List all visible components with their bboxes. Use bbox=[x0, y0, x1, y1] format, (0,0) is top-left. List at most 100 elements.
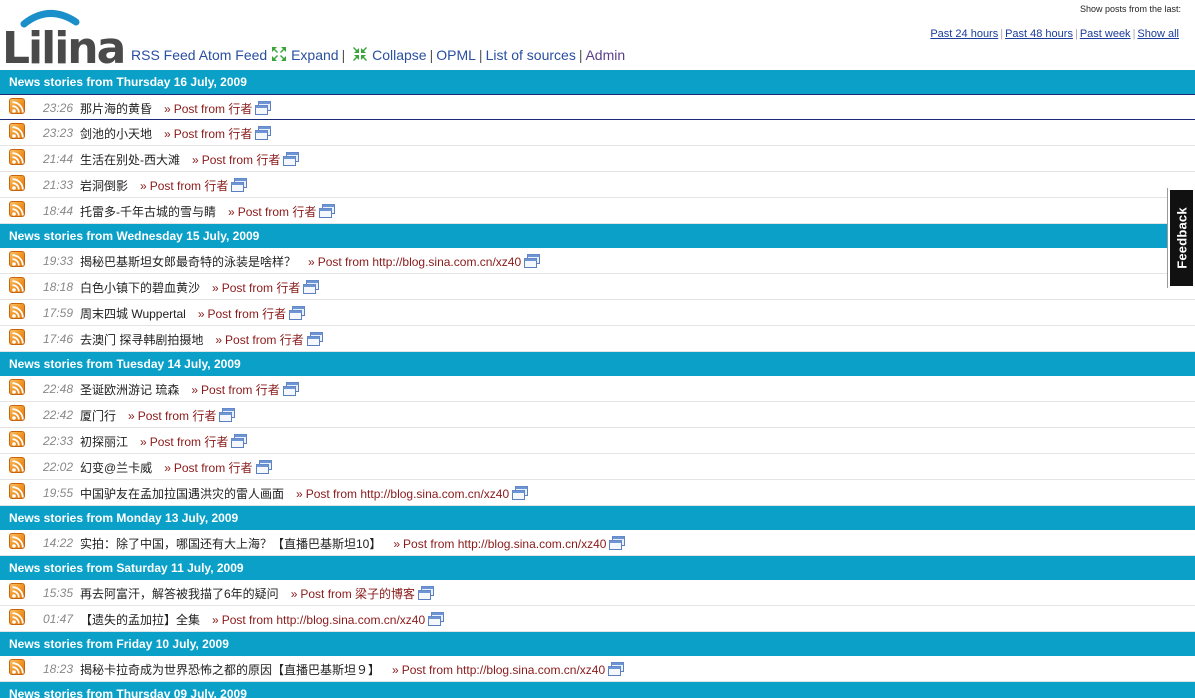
story-source-link[interactable]: » Post from 行者 bbox=[192, 153, 280, 167]
open-in-new-window-icon[interactable] bbox=[283, 152, 300, 166]
story-source-link[interactable]: » Post from 行者 bbox=[164, 461, 252, 475]
story-title[interactable]: 白色小镇下的碧血黄沙 bbox=[80, 281, 200, 295]
lilina-logo[interactable]: Lilina bbox=[2, 8, 130, 66]
open-in-new-window-icon[interactable] bbox=[289, 306, 306, 320]
open-in-new-window-icon[interactable] bbox=[512, 486, 529, 500]
story-source-link[interactable]: » Post from http://blog.sina.com.cn/xz40 bbox=[296, 487, 509, 501]
open-in-new-window-icon[interactable] bbox=[306, 332, 323, 346]
news-story-list: News stories from Thursday 16 July, 2009… bbox=[0, 70, 1195, 698]
open-in-new-window-icon[interactable] bbox=[255, 101, 272, 115]
open-in-new-window-icon[interactable] bbox=[608, 662, 625, 676]
story-source-link[interactable]: » Post from http://blog.sina.com.cn/xz40 bbox=[393, 537, 606, 551]
story-source-link[interactable]: » Post from http://blog.sina.com.cn/xz40 bbox=[308, 255, 521, 269]
story-line: 周末四城 Wuppertal » Post from 行者 bbox=[80, 305, 306, 322]
story-title[interactable]: 周末四城 Wuppertal bbox=[80, 307, 186, 321]
story-title[interactable]: 厦门行 bbox=[80, 409, 116, 423]
time-range-links: Past 24 hours | Past 48 hours | Past week | Sh… bbox=[930, 28, 1179, 40]
story-source-link[interactable]: » Post from 行者 bbox=[198, 307, 286, 321]
story-title[interactable]: 剑池的小天地 bbox=[80, 127, 152, 141]
story-source-link[interactable]: » Post from http://blog.sina.com.cn/xz40 bbox=[392, 663, 605, 677]
story-title[interactable]: 托雷多-千年古城的雪与睛 bbox=[80, 205, 216, 219]
story-source-label: Post from 行者 bbox=[207, 307, 287, 321]
raquo-icon: » bbox=[164, 102, 171, 116]
story-title[interactable]: 揭秘巴基斯坦女郎最奇特的泳装是啥样？ bbox=[80, 255, 296, 269]
story-source-link[interactable]: » Post from 行者 bbox=[128, 409, 216, 423]
rss-feed-icon[interactable] bbox=[9, 483, 25, 499]
rss-feed-icon[interactable] bbox=[9, 251, 25, 267]
rss-feed-icon[interactable] bbox=[9, 533, 25, 549]
story-title[interactable]: 那片海的黄昏 bbox=[80, 102, 152, 116]
open-in-new-window-icon[interactable] bbox=[231, 434, 248, 448]
expand-icon[interactable] bbox=[271, 46, 287, 62]
story-source-link[interactable]: » Post from 行者 bbox=[140, 435, 228, 449]
rss-feed-icon[interactable] bbox=[9, 609, 25, 625]
opml-link[interactable]: OPML bbox=[436, 47, 476, 63]
raquo-icon: » bbox=[308, 255, 315, 269]
rss-feed-icon[interactable] bbox=[9, 329, 25, 345]
story-title[interactable]: 圣诞欧洲游记 琉森 bbox=[80, 383, 179, 397]
rss-feed-icon[interactable] bbox=[9, 123, 25, 139]
show-all-link[interactable]: Show all bbox=[1137, 28, 1179, 40]
story-line: 圣诞欧洲游记 琉森 » Post from 行者 bbox=[80, 381, 299, 398]
open-in-new-window-icon[interactable] bbox=[319, 204, 336, 218]
story-title[interactable]: 【遗失的孟加拉】全集 bbox=[80, 613, 200, 627]
rss-feed-icon[interactable] bbox=[9, 98, 25, 114]
open-in-new-window-icon[interactable] bbox=[282, 382, 299, 396]
nav-separator: | bbox=[478, 47, 483, 63]
story-row: 18:18 白色小镇下的碧血黄沙 » Post from 行者 bbox=[0, 274, 1195, 300]
rss-feed-icon[interactable] bbox=[9, 277, 25, 293]
story-source-link[interactable]: » Post from 行者 bbox=[191, 383, 279, 397]
story-row: 18:44 托雷多-千年古城的雪与睛 » Post from 行者 bbox=[0, 198, 1195, 224]
story-title[interactable]: 幻变@兰卡威 bbox=[80, 461, 152, 475]
rss-feed-link[interactable]: RSS Feed bbox=[131, 47, 196, 63]
past-48-hours-link[interactable]: Past 48 hours bbox=[1005, 28, 1073, 40]
rss-feed-icon[interactable] bbox=[9, 201, 25, 217]
rss-feed-icon[interactable] bbox=[9, 659, 25, 675]
atom-feed-link[interactable]: Atom Feed bbox=[199, 47, 267, 63]
expand-link[interactable]: Expand bbox=[291, 47, 338, 63]
story-source-link[interactable]: » Post from 行者 bbox=[140, 179, 228, 193]
open-in-new-window-icon[interactable] bbox=[219, 408, 236, 422]
admin-link[interactable]: Admin bbox=[585, 47, 625, 63]
story-row: 23:23 剑池的小天地 » Post from 行者 bbox=[0, 120, 1195, 146]
feedback-tab[interactable]: Feedback bbox=[1168, 188, 1195, 288]
rss-feed-icon[interactable] bbox=[9, 431, 25, 447]
collapse-link[interactable]: Collapse bbox=[372, 47, 426, 63]
raquo-icon: » bbox=[197, 307, 205, 321]
rss-feed-icon[interactable] bbox=[9, 149, 25, 165]
open-in-new-window-icon[interactable] bbox=[524, 254, 541, 268]
story-source-link[interactable]: » Post from http://blog.sina.com.cn/xz40 bbox=[212, 613, 425, 627]
story-title[interactable]: 揭秘卡拉奇成为世界恐怖之都的原因【直播巴基斯坦９】 bbox=[80, 663, 380, 677]
rss-feed-icon[interactable] bbox=[9, 175, 25, 191]
day-heading: News stories from Friday 10 July, 2009 bbox=[0, 632, 1195, 656]
story-source-link[interactable]: » Post from 梁子的博客 bbox=[291, 587, 415, 601]
story-title[interactable]: 去澳门 探寻韩剧拍摄地 bbox=[80, 333, 203, 347]
rss-feed-icon[interactable] bbox=[9, 457, 25, 473]
story-source-link[interactable]: » Post from 行者 bbox=[228, 205, 316, 219]
past-24-hours-link[interactable]: Past 24 hours bbox=[930, 28, 998, 40]
rss-feed-icon[interactable] bbox=[9, 583, 25, 599]
story-title[interactable]: 中国驴友在孟加拉国遇洪灾的雷人画面 bbox=[80, 487, 284, 501]
story-source-link[interactable]: » Post from 行者 bbox=[215, 333, 303, 347]
rss-feed-icon[interactable] bbox=[9, 379, 25, 395]
open-in-new-window-icon[interactable] bbox=[255, 460, 272, 474]
rss-feed-icon[interactable] bbox=[9, 405, 25, 421]
past-week-link[interactable]: Past week bbox=[1080, 28, 1131, 40]
open-in-new-window-icon[interactable] bbox=[231, 178, 248, 192]
story-title[interactable]: 再去阿富汗，解答被我描了6年的疑问 bbox=[80, 587, 279, 601]
open-in-new-window-icon[interactable] bbox=[609, 536, 626, 550]
rss-feed-icon[interactable] bbox=[9, 303, 25, 319]
story-title[interactable]: 初探丽江 bbox=[80, 435, 128, 449]
story-source-link[interactable]: » Post from 行者 bbox=[164, 102, 252, 116]
story-title[interactable]: 生活在别处-西大滩 bbox=[80, 153, 180, 167]
story-source-link[interactable]: » Post from 行者 bbox=[212, 281, 300, 295]
story-source-link[interactable]: » Post from 行者 bbox=[164, 127, 252, 141]
list-of-sources-link[interactable]: List of sources bbox=[486, 47, 576, 63]
open-in-new-window-icon[interactable] bbox=[303, 280, 320, 294]
collapse-icon[interactable] bbox=[352, 46, 368, 62]
open-in-new-window-icon[interactable] bbox=[418, 586, 435, 600]
story-title[interactable]: 实拍：除了中国，哪国还有大上海？【直播巴基斯坦10】 bbox=[80, 537, 381, 551]
open-in-new-window-icon[interactable] bbox=[428, 612, 445, 626]
story-title[interactable]: 岩洞倒影 bbox=[80, 179, 128, 193]
open-in-new-window-icon[interactable] bbox=[255, 126, 272, 140]
